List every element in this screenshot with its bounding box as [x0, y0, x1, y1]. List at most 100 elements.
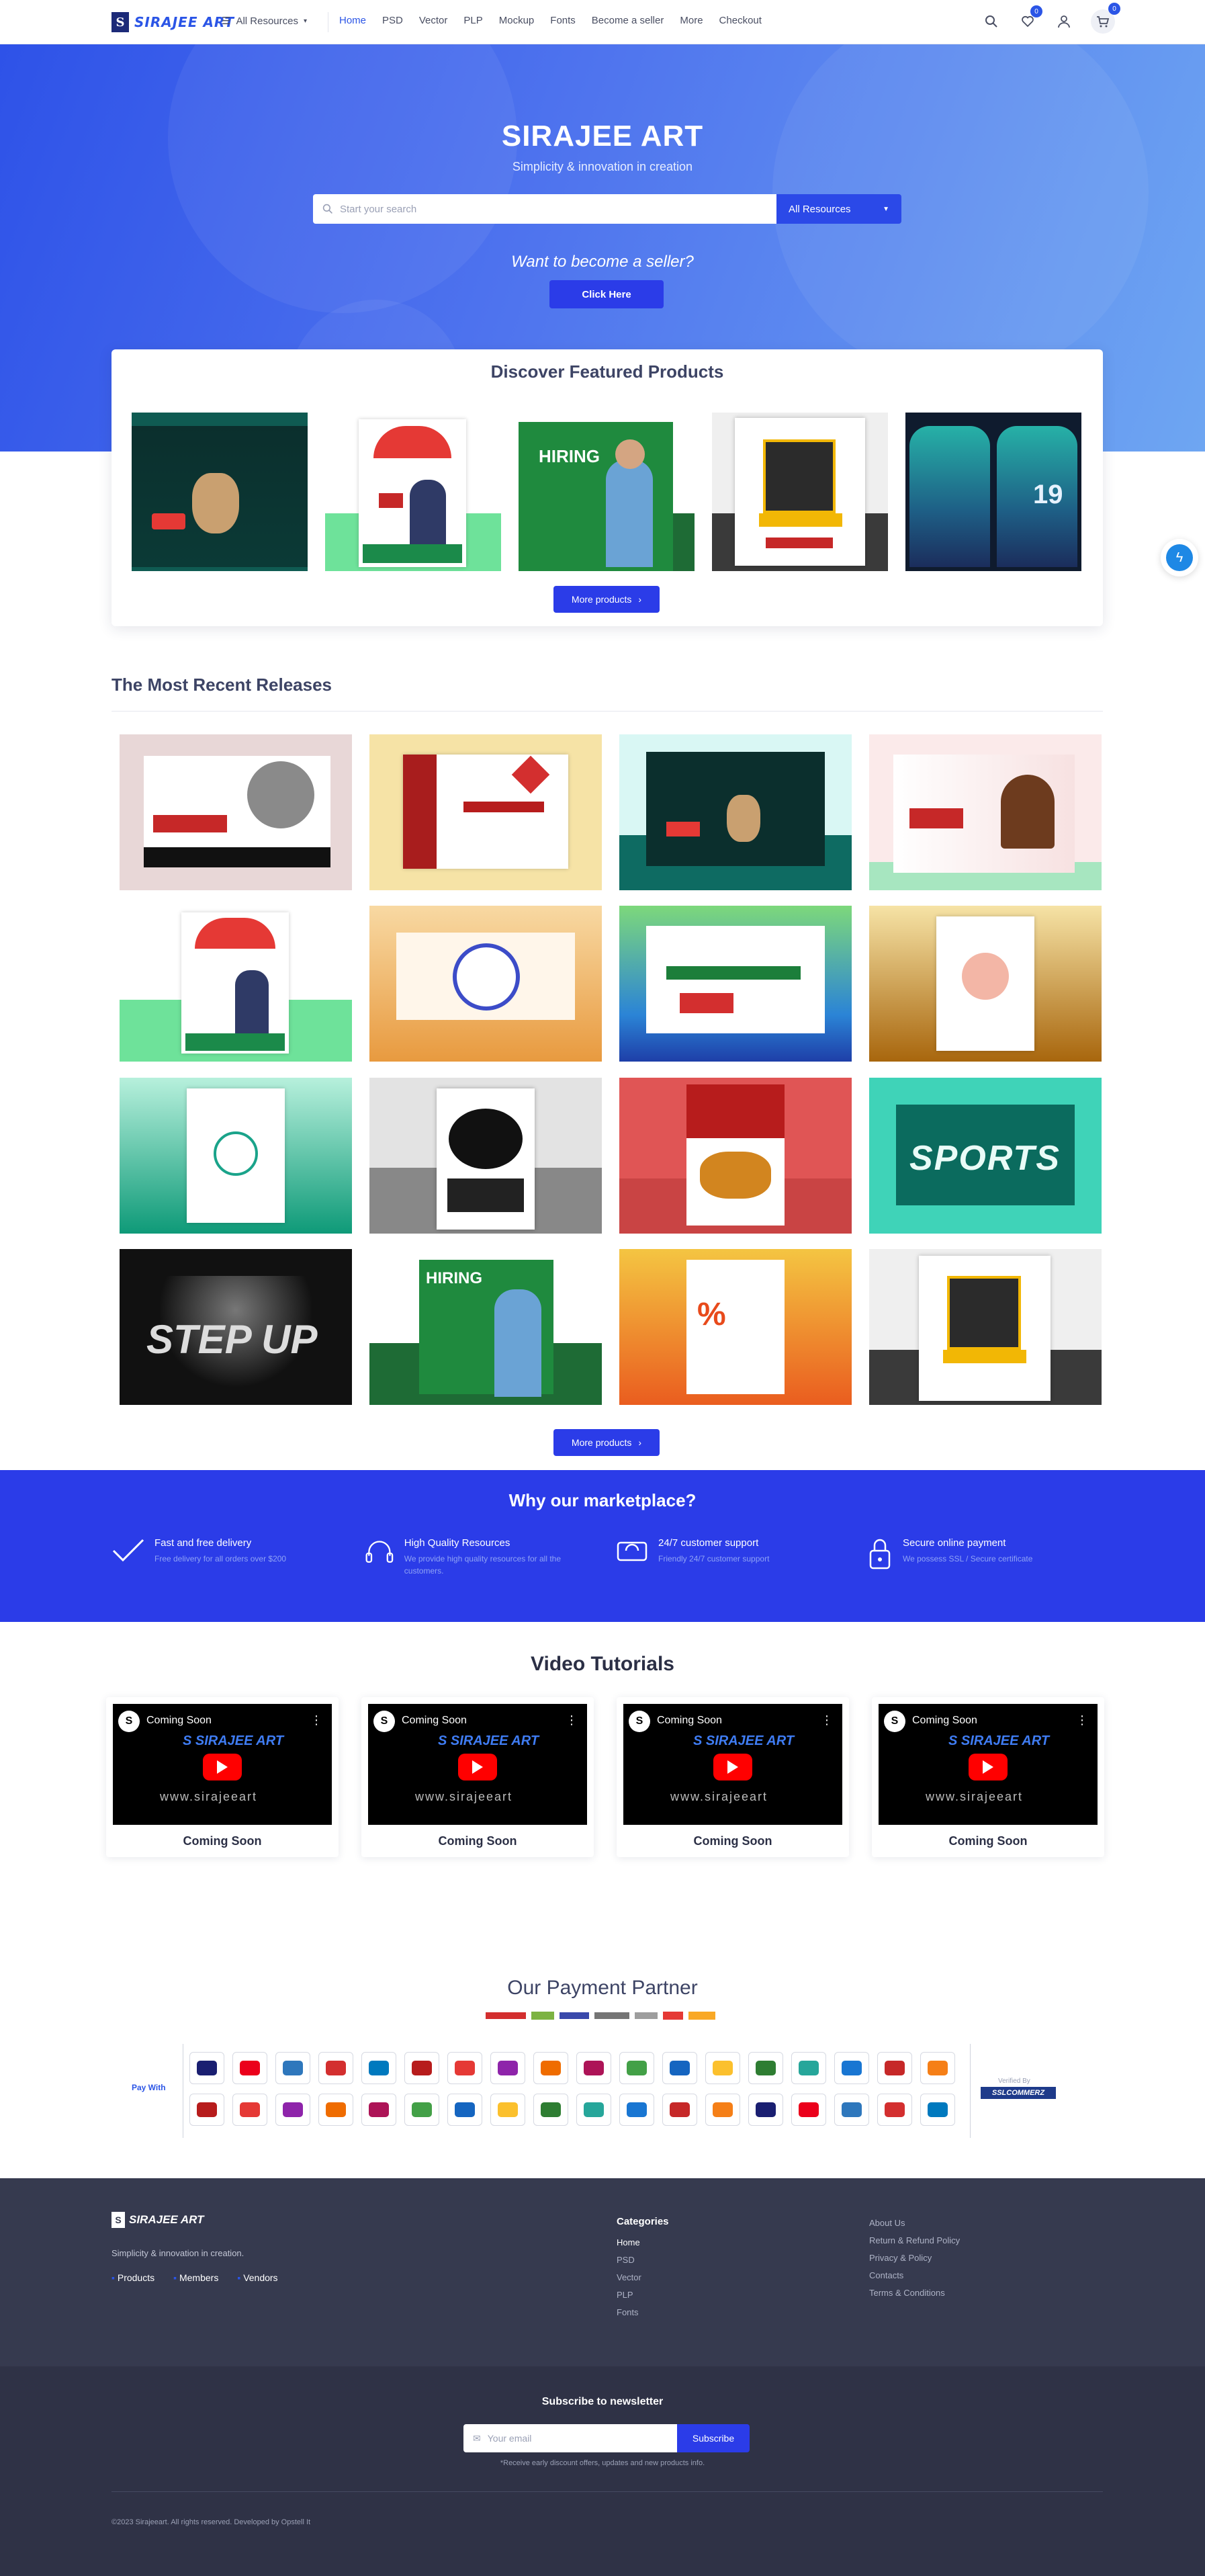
youtube-play-icon[interactable]: [713, 1754, 752, 1780]
nav-home[interactable]: Home: [339, 15, 366, 26]
payment-method-logo: [447, 2052, 482, 2084]
support-cycle-icon: [617, 1541, 648, 1561]
categories-heading: Categories: [617, 2216, 669, 2227]
product-card[interactable]: [369, 734, 602, 890]
product-card[interactable]: STEP UP: [120, 1249, 352, 1405]
product-card[interactable]: [369, 906, 602, 1062]
product-card[interactable]: [869, 734, 1102, 890]
more-vert-icon[interactable]: ⋮: [566, 1713, 578, 1727]
video-site-text: www.sirajeeart: [926, 1790, 1024, 1803]
nav-vector[interactable]: Vector: [419, 15, 448, 26]
payment-brand-mark: [240, 2102, 260, 2117]
nav-become-seller[interactable]: Become a seller: [592, 15, 664, 26]
video-thumbnail[interactable]: S Coming Soon ⋮ S SIRAJEE ART www.siraje…: [113, 1704, 332, 1825]
nav-plp[interactable]: PLP: [463, 15, 482, 26]
youtube-play-icon[interactable]: [458, 1754, 497, 1780]
wishlist-heart-icon[interactable]: 0: [1018, 5, 1042, 31]
video-tutorials-title: Video Tutorials: [531, 1653, 674, 1675]
newsletter-email-input[interactable]: ✉ Your email: [463, 2424, 677, 2452]
feature-title: Secure online payment: [903, 1537, 1006, 1549]
search-bar: Start your search All Resources ▼: [313, 194, 901, 224]
search-category-select[interactable]: All Resources ▼: [776, 194, 901, 224]
featured-product-card[interactable]: 19: [905, 413, 1081, 571]
product-card[interactable]: [619, 734, 852, 890]
product-card[interactable]: [120, 906, 352, 1062]
product-card[interactable]: [619, 1078, 852, 1234]
subscribe-button[interactable]: Subscribe: [677, 2424, 750, 2452]
recent-more-products-button[interactable]: More products ›: [553, 1429, 660, 1456]
product-card[interactable]: [120, 734, 352, 890]
video-thumbnail[interactable]: S Coming Soon ⋮ S SIRAJEE ART www.siraje…: [368, 1704, 587, 1825]
video-card[interactable]: S Coming Soon ⋮ S SIRAJEE ART www.siraje…: [106, 1697, 339, 1857]
why-marketplace-section: Why our marketplace? Fast and free deliv…: [0, 1470, 1205, 1622]
footer-link-contacts[interactable]: Contacts: [869, 2267, 960, 2284]
footer-link-fonts[interactable]: Fonts: [617, 2304, 669, 2321]
featured-more-products-button[interactable]: More products ›: [553, 586, 660, 613]
nav-psd[interactable]: PSD: [382, 15, 403, 26]
lock-icon: [869, 1539, 891, 1570]
nav-fonts[interactable]: Fonts: [550, 15, 576, 26]
video-title: Coming Soon: [402, 1715, 467, 1726]
partner-logo: [531, 2012, 554, 2020]
footer-link-home[interactable]: Home: [617, 2234, 669, 2251]
video-card[interactable]: S Coming Soon ⋮ S SIRAJEE ART www.siraje…: [361, 1697, 594, 1857]
feature-item: 24/7 customer support Friendly 24/7 custo…: [615, 1537, 837, 1567]
newsletter-note: *Receive early discount offers, updates …: [500, 2459, 705, 2467]
payment-brand-mark: [283, 2061, 303, 2075]
payment-method-logo: [748, 2094, 783, 2126]
user-icon[interactable]: [1055, 12, 1073, 31]
payment-brand-mark: [283, 2102, 303, 2117]
product-card[interactable]: SPORTS: [869, 1078, 1102, 1234]
payment-method-logo: [920, 2052, 955, 2084]
footer-link-about[interactable]: About Us: [869, 2215, 960, 2232]
nav-mockup[interactable]: Mockup: [499, 15, 535, 26]
footer-link-privacy[interactable]: Privacy & Policy: [869, 2249, 960, 2267]
youtube-play-icon[interactable]: [969, 1754, 1008, 1780]
payment-brand-mark: [412, 2061, 432, 2075]
youtube-play-icon[interactable]: [203, 1754, 242, 1780]
footer-logo[interactable]: S SIRAJEE ART: [111, 2212, 204, 2228]
become-seller-button[interactable]: Click Here: [549, 280, 664, 308]
payment-method-logo: [920, 2094, 955, 2126]
all-resources-menu[interactable]: ☰ All Resources ▾: [222, 15, 307, 28]
more-vert-icon[interactable]: ⋮: [1076, 1713, 1088, 1727]
search-input[interactable]: Start your search: [313, 194, 776, 224]
featured-product-card[interactable]: [132, 413, 308, 571]
video-title: Coming Soon: [912, 1715, 977, 1726]
footer-link-plp[interactable]: PLP: [617, 2286, 669, 2304]
cart-count-badge: 0: [1108, 3, 1120, 15]
payment-brand-mark: [584, 2061, 604, 2075]
nav-checkout[interactable]: Checkout: [719, 15, 762, 26]
partner-logo-strip: [473, 2010, 728, 2021]
footer-link-terms[interactable]: Terms & Conditions: [869, 2284, 960, 2302]
featured-product-card[interactable]: [325, 413, 501, 571]
video-title: Coming Soon: [146, 1715, 212, 1726]
site-header: S SIRAJEE ART ☰ All Resources ▾ Home PSD…: [0, 0, 1205, 44]
video-card[interactable]: S Coming Soon ⋮ S SIRAJEE ART www.siraje…: [617, 1697, 849, 1857]
video-card[interactable]: S Coming Soon ⋮ S SIRAJEE ART www.siraje…: [872, 1697, 1104, 1857]
video-thumbnail[interactable]: S Coming Soon ⋮ S SIRAJEE ART www.siraje…: [879, 1704, 1098, 1825]
video-site-text: www.sirajeeart: [415, 1790, 513, 1803]
product-card[interactable]: %: [619, 1249, 852, 1405]
site-logo[interactable]: S SIRAJEE ART: [111, 12, 234, 32]
video-thumbnail[interactable]: S Coming Soon ⋮ S SIRAJEE ART www.siraje…: [623, 1704, 842, 1825]
search-icon[interactable]: [982, 12, 1001, 31]
messenger-chat-button[interactable]: ϟ: [1161, 539, 1198, 576]
nav-more[interactable]: More: [680, 15, 703, 26]
cart-icon[interactable]: 0: [1091, 3, 1120, 34]
product-card[interactable]: [619, 906, 852, 1062]
featured-products-section: Discover Featured Products HIRING 19 Mor: [111, 349, 1103, 626]
product-card[interactable]: [869, 906, 1102, 1062]
featured-product-card[interactable]: [712, 413, 888, 571]
payment-method-logo: [533, 2094, 568, 2126]
product-card[interactable]: [869, 1249, 1102, 1405]
featured-product-card[interactable]: HIRING: [519, 413, 695, 571]
footer-link-vector[interactable]: Vector: [617, 2269, 669, 2286]
product-card[interactable]: [120, 1078, 352, 1234]
more-vert-icon[interactable]: ⋮: [310, 1713, 322, 1727]
more-vert-icon[interactable]: ⋮: [821, 1713, 833, 1727]
product-card[interactable]: [369, 1078, 602, 1234]
product-card[interactable]: HIRING: [369, 1249, 602, 1405]
footer-link-psd[interactable]: PSD: [617, 2251, 669, 2269]
footer-link-refund[interactable]: Return & Refund Policy: [869, 2232, 960, 2249]
